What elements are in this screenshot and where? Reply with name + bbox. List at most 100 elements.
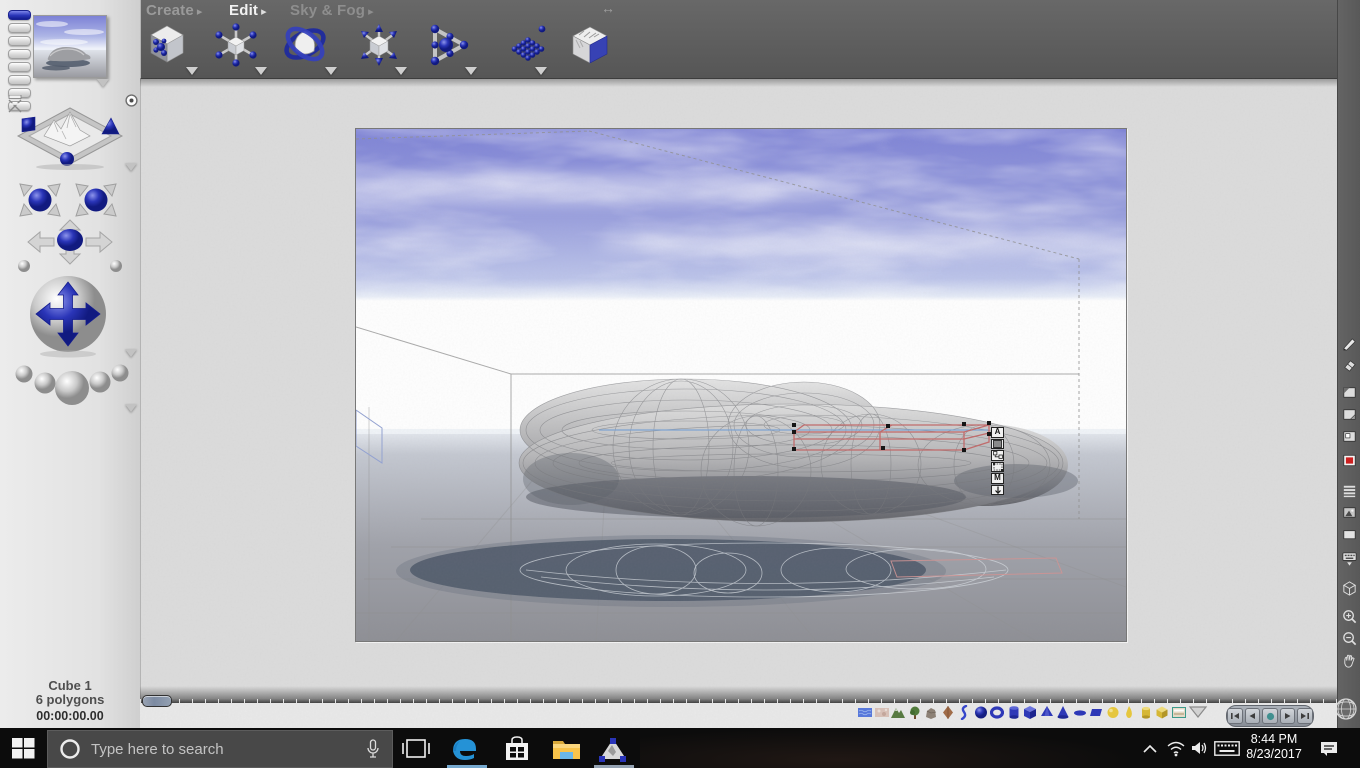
- water-plane-icon[interactable]: [858, 705, 872, 720]
- rotate-tool-icon[interactable]: [281, 20, 329, 68]
- cone-icon[interactable]: [1056, 705, 1070, 720]
- round-parallel-light-icon[interactable]: [1139, 705, 1153, 720]
- camera-mini-spheres[interactable]: [16, 258, 124, 274]
- wifi-icon[interactable]: [1166, 740, 1186, 757]
- play-button[interactable]: [1279, 708, 1296, 724]
- menu-edit[interactable]: Edit ▸: [229, 2, 267, 20]
- render-doc-small-icon[interactable]: [1341, 384, 1358, 401]
- preview-dropdown-icon[interactable]: [97, 79, 109, 87]
- terrain-editor-preview[interactable]: [14, 104, 126, 170]
- eraser-icon[interactable]: [1341, 357, 1358, 374]
- nano-preview[interactable]: [33, 15, 107, 78]
- record-icon: [1266, 712, 1274, 720]
- tree-icon[interactable]: [908, 705, 922, 720]
- tool-dropdown-icon[interactable]: [186, 67, 198, 75]
- zoom-out-icon[interactable]: [1341, 630, 1358, 647]
- sphere-icon[interactable]: [974, 705, 988, 720]
- terrain-tools-dropdown-icon[interactable]: [125, 163, 137, 171]
- rock-icon[interactable]: [924, 705, 938, 720]
- skip-to-start-button[interactable]: [1227, 708, 1243, 724]
- resize-tool-icon[interactable]: [213, 22, 259, 68]
- pan-hand-icon[interactable]: [1341, 652, 1358, 669]
- drop-object-button[interactable]: [991, 484, 1004, 495]
- link-button[interactable]: [991, 450, 1004, 461]
- tool-dropdown-icon[interactable]: [255, 67, 267, 75]
- taskbar-search[interactable]: Type here to search: [47, 730, 393, 768]
- reposition-tool-icon[interactable]: [356, 22, 402, 68]
- file-explorer-button[interactable]: [552, 737, 582, 761]
- view-pill[interactable]: [8, 62, 31, 72]
- render-doc-fold-icon[interactable]: [1341, 406, 1358, 423]
- symmetrical-lattice-icon[interactable]: [941, 705, 955, 720]
- pencil-icon[interactable]: [1341, 336, 1358, 353]
- record-button[interactable]: [1262, 708, 1278, 724]
- square-spot-light-icon[interactable]: [1155, 705, 1169, 720]
- radial-light-icon[interactable]: [1106, 705, 1120, 720]
- camera-presets-dropdown-icon[interactable]: [125, 404, 137, 412]
- render-doc-square-icon[interactable]: [1341, 428, 1358, 445]
- menu-create[interactable]: Create ▸: [146, 2, 202, 20]
- menu-sky-fog[interactable]: Sky & Fog ▸: [290, 2, 374, 20]
- texture-lines-icon[interactable]: [1341, 482, 1358, 499]
- plane-2d-icon[interactable]: [1089, 705, 1103, 720]
- tool-dropdown-icon[interactable]: [465, 67, 477, 75]
- pan-camera-controls[interactable]: [12, 176, 128, 224]
- menu-arrow-icon: ▸: [261, 6, 267, 18]
- edit-mesh-tool-icon[interactable]: [144, 22, 190, 68]
- skip-to-end-button[interactable]: [1297, 708, 1313, 724]
- terrain-icon[interactable]: [891, 705, 905, 720]
- trackball-dropdown-icon[interactable]: [125, 349, 137, 357]
- view-pill-active[interactable]: [8, 10, 31, 20]
- menu-arrow-icon: ▸: [368, 6, 374, 18]
- material-button[interactable]: M: [991, 473, 1004, 484]
- tool-dropdown-icon[interactable]: [535, 67, 547, 75]
- microphone-icon[interactable]: [366, 739, 380, 759]
- metaball-icon[interactable]: [957, 705, 971, 720]
- plop-render-icon[interactable]: [1341, 504, 1358, 521]
- speaker-icon[interactable]: [1191, 740, 1209, 756]
- task-view-button[interactable]: [402, 738, 430, 759]
- origin-dot-button[interactable]: [125, 94, 138, 107]
- palette-dropdown-icon[interactable]: [1188, 705, 1208, 719]
- cylinder-icon[interactable]: [1007, 705, 1021, 720]
- edge-browser-button[interactable]: [450, 735, 480, 763]
- touch-keyboard-icon[interactable]: [1214, 741, 1240, 756]
- bryce-app-button[interactable]: [598, 737, 628, 763]
- tool-dropdown-icon[interactable]: [325, 67, 337, 75]
- tray-clock[interactable]: 8:44 PM 8/23/2017: [1240, 732, 1308, 762]
- camera-preset-spheres[interactable]: [8, 358, 132, 410]
- pyramid-icon[interactable]: [1040, 705, 1054, 720]
- cloud-plane-icon[interactable]: [874, 705, 889, 720]
- picture-object-icon[interactable]: [1171, 705, 1186, 720]
- action-center-icon[interactable]: [1319, 740, 1339, 758]
- align-tool-icon[interactable]: [425, 22, 471, 68]
- view-pill[interactable]: [8, 36, 31, 46]
- trackball-control[interactable]: [28, 274, 108, 358]
- tray-chevron-icon[interactable]: [1142, 744, 1158, 754]
- start-button[interactable]: [12, 738, 36, 760]
- view-pill[interactable]: [8, 49, 31, 59]
- solo-button[interactable]: [991, 438, 1004, 449]
- attributes-button[interactable]: A: [991, 427, 1004, 438]
- zoom-in-icon[interactable]: [1341, 608, 1358, 625]
- wireframe-cube-icon[interactable]: [1341, 580, 1358, 597]
- tool-dropdown-icon[interactable]: [395, 67, 407, 75]
- multi-replicate-tool-icon[interactable]: [505, 22, 551, 68]
- disc-icon[interactable]: [1073, 705, 1087, 720]
- view-pill[interactable]: [8, 23, 31, 33]
- timeline-scrubber[interactable]: [142, 695, 172, 707]
- spot-light-icon[interactable]: [1122, 705, 1136, 720]
- globe-icon[interactable]: [1334, 697, 1358, 721]
- store-button[interactable]: [503, 736, 531, 762]
- view-pill[interactable]: [8, 75, 31, 85]
- step-back-button[interactable]: [1244, 708, 1261, 724]
- cube-icon[interactable]: [1023, 705, 1037, 720]
- keyboard-shortcuts-icon[interactable]: [1341, 550, 1358, 567]
- edit-terrain-tool-icon[interactable]: [567, 22, 613, 68]
- resize-bounds-button[interactable]: [991, 461, 1004, 472]
- torus-icon[interactable]: [990, 705, 1004, 720]
- render-button-icon[interactable]: [1341, 452, 1358, 469]
- clear-render-icon[interactable]: [1341, 526, 1358, 543]
- scene-viewport[interactable]: [355, 128, 1127, 642]
- resize-handle-icon[interactable]: ↔: [601, 0, 615, 16]
